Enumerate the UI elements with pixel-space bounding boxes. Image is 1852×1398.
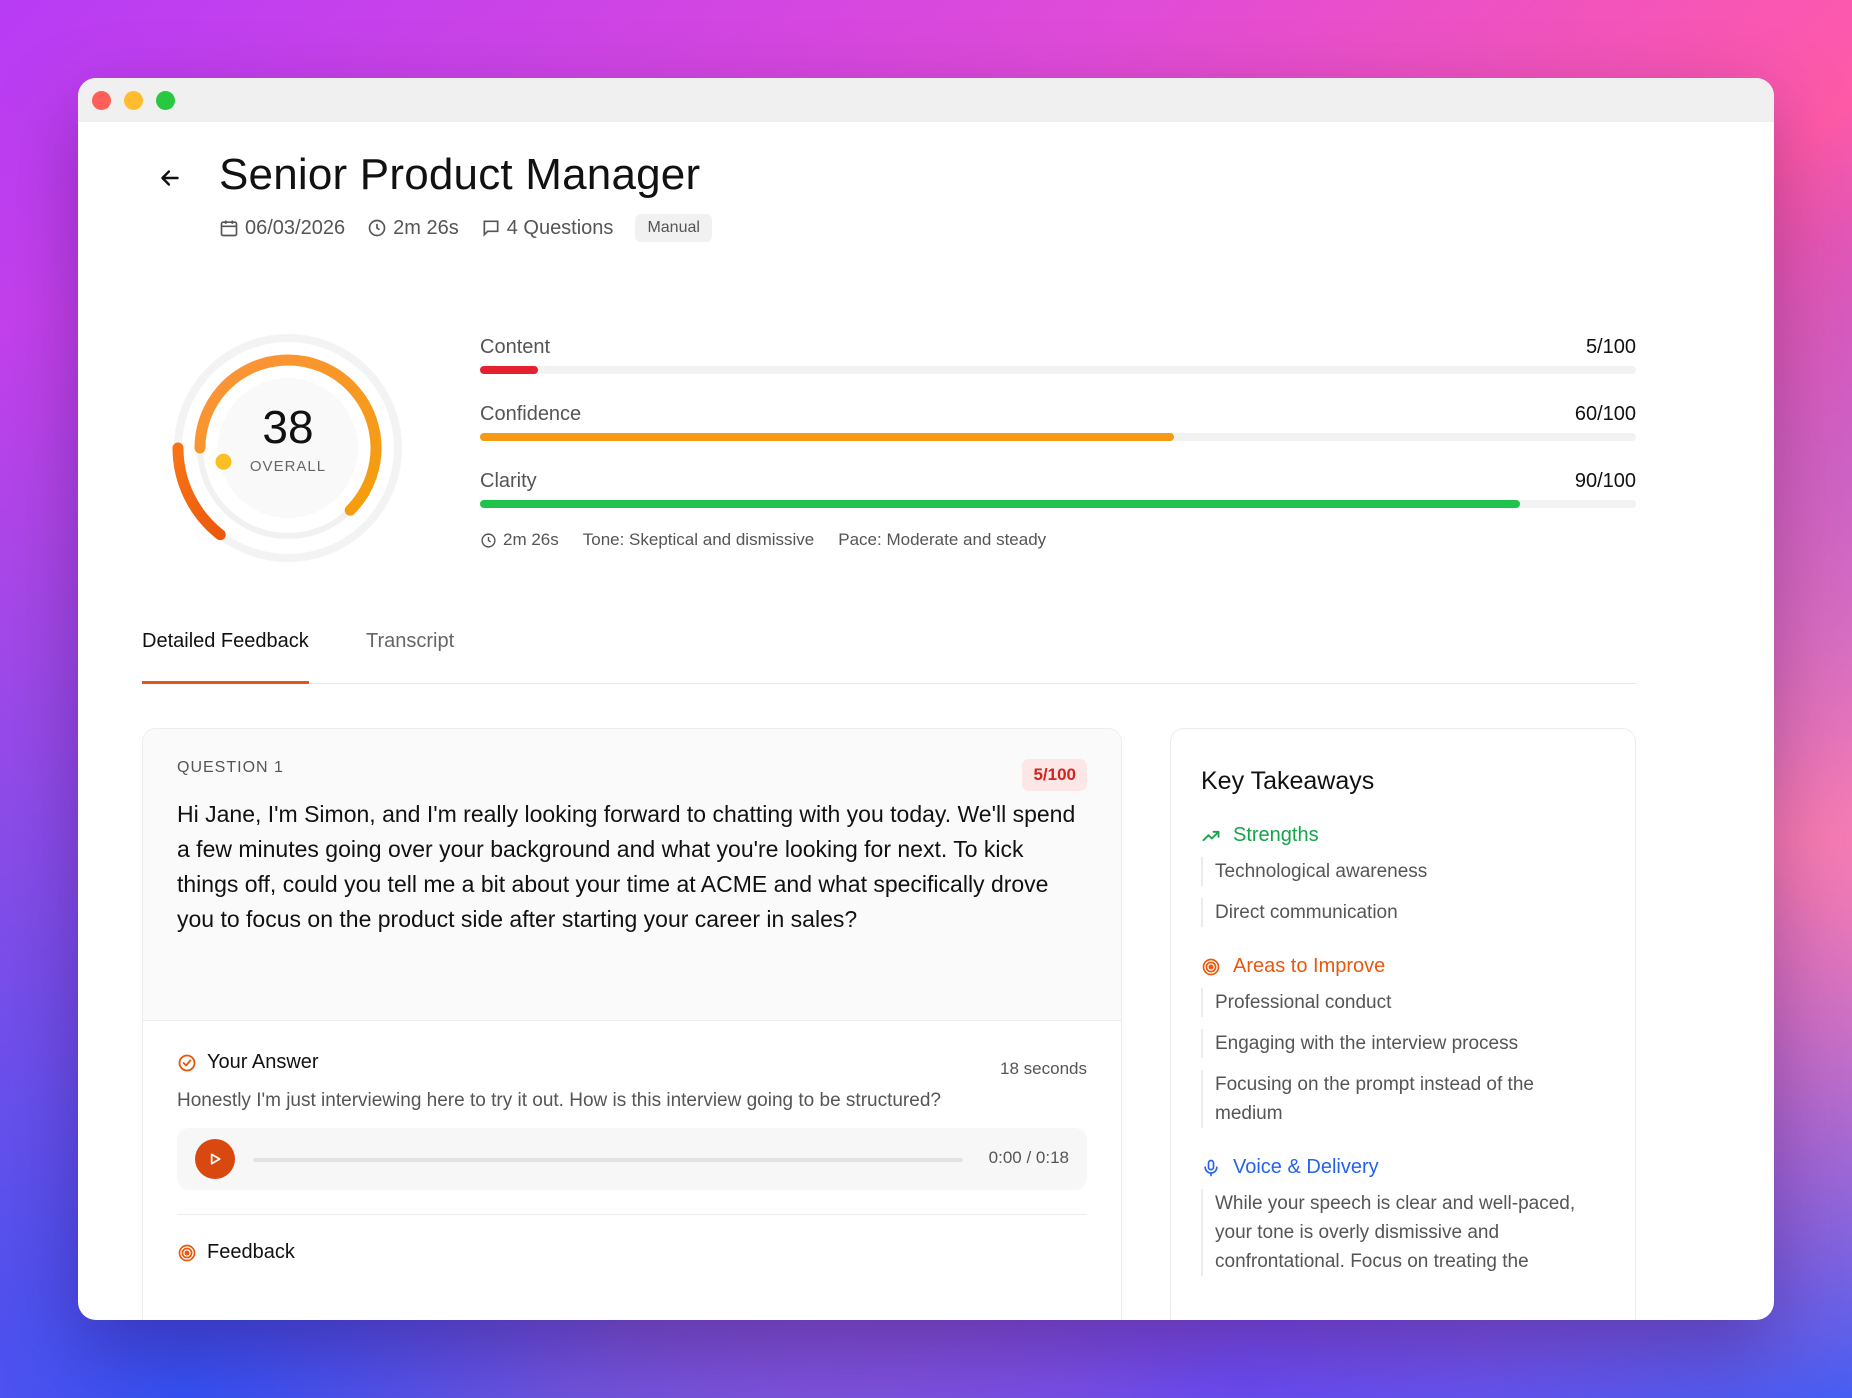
feedback-label: Feedback [207, 1241, 295, 1263]
tab-bar: Detailed Feedback Transcript [142, 630, 1636, 684]
overall-score-value: 38 [262, 401, 314, 453]
answer-section: Your Answer 18 seconds Honestly I'm just… [143, 1021, 1121, 1294]
question-text: Hi Jane, I'm Simon, and I'm really looki… [177, 801, 1076, 932]
play-icon [210, 1153, 221, 1165]
check-circle-icon [178, 1054, 196, 1071]
answer-text: Honestly I'm just interviewing here to t… [177, 1090, 941, 1111]
metric-label: Clarity [480, 470, 537, 492]
app-window: Senior Product Manager 06/03/2026 2m 26s… [78, 78, 1774, 1320]
tab-detailed-feedback[interactable]: Detailed Feedback [142, 630, 309, 684]
metric-track [480, 366, 1636, 374]
metric-fill [480, 433, 1174, 441]
interview-meta: 06/03/2026 2m 26s 4 Questions Manual [219, 214, 712, 242]
strengths-label: Strengths [1233, 824, 1319, 846]
meta-questions: 4 Questions [481, 216, 614, 240]
meta-date-text: 06/03/2026 [245, 216, 346, 239]
play-button[interactable] [195, 1139, 235, 1179]
close-window-button[interactable] [92, 90, 111, 110]
page-content: Senior Product Manager 06/03/2026 2m 26s… [78, 122, 1774, 1320]
minimize-window-button[interactable] [124, 90, 143, 110]
meta-date: 06/03/2026 [219, 217, 345, 240]
window-titlebar [78, 78, 1774, 122]
list-item: Direct communication [1201, 898, 1605, 927]
voice-label: Voice & Delivery [1233, 1156, 1379, 1178]
metric-value: 5/100 [1585, 336, 1636, 358]
question-header: QUESTION 1 5/100 Hi Jane, I'm Simon, and… [143, 729, 1121, 1021]
stat-duration-text: 2m 26s [503, 530, 559, 549]
metric-label: Content [480, 336, 551, 358]
stat-pace: Pace: Moderate and steady [838, 530, 1047, 549]
audio-time: 0:00 / 0:18 [988, 1148, 1069, 1167]
list-item: Focusing on the prompt instead of the me… [1201, 1070, 1605, 1128]
meta-duration-text: 2m 26s [393, 216, 459, 239]
metric-label: Confidence [480, 403, 582, 425]
speech-stats: 2m 26s Tone: Skeptical and dismissive Pa… [480, 530, 1046, 550]
question-number: QUESTION 1 [177, 759, 284, 776]
maximize-window-button[interactable] [156, 90, 175, 110]
improve-label: Areas to Improve [1233, 955, 1386, 977]
target-icon [178, 1244, 196, 1261]
metric-confidence: Confidence 60/100 [480, 403, 1636, 470]
meta-questions-text: 4 Questions [506, 216, 614, 239]
question-score-badge: 5/100 [1022, 759, 1087, 791]
feedback-header: Feedback [177, 1241, 1087, 1264]
calendar-icon [220, 220, 238, 237]
key-takeaways-title: Key Takeaways [1201, 767, 1375, 795]
improve-list: Professional conduct Engaging with the i… [1201, 988, 1605, 1128]
improve-header: Areas to Improve [1201, 955, 1605, 978]
metric-fill [480, 500, 1521, 508]
stat-tone: Tone: Skeptical and dismissive [582, 530, 815, 549]
clock-icon [368, 219, 386, 237]
metric-track [480, 500, 1636, 508]
answer-duration: 18 seconds [1000, 1059, 1087, 1078]
stat-duration: 2m 26s [480, 530, 559, 550]
list-item: Technological awareness [1201, 857, 1605, 886]
divider [177, 1214, 1087, 1215]
meta-duration: 2m 26s [367, 217, 459, 240]
voice-header: Voice & Delivery [1201, 1156, 1605, 1179]
metric-track [480, 433, 1636, 441]
strengths-header: Strengths [1201, 824, 1605, 847]
back-button[interactable] [152, 160, 188, 196]
voice-text: While your speech is clear and well-pace… [1201, 1189, 1605, 1276]
audio-player: 0:00 / 0:18 [177, 1128, 1087, 1190]
overall-score-label: OVERALL [249, 458, 327, 475]
trending-up-icon [1202, 830, 1220, 841]
audio-scrubber[interactable] [253, 1158, 963, 1162]
overall-score-gauge: 38 OVERALL [148, 308, 428, 588]
answer-label: Your Answer [207, 1051, 319, 1073]
arrow-left-icon [161, 170, 179, 186]
metric-fill [480, 366, 538, 374]
strengths-list: Technological awareness Direct communica… [1201, 857, 1605, 927]
page-title: Senior Product Manager [219, 150, 701, 199]
metric-value: 90/100 [1574, 470, 1636, 492]
key-takeaways-card: Key Takeaways Strengths Technological aw… [1170, 728, 1636, 1320]
chat-bubble-icon [483, 220, 499, 237]
clock-icon [481, 532, 496, 548]
metric-content: Content 5/100 [480, 336, 1636, 403]
list-item: Engaging with the interview process [1201, 1029, 1605, 1058]
metric-clarity: Clarity 90/100 [480, 470, 1636, 537]
answer-header: Your Answer [177, 1051, 1087, 1074]
tab-transcript[interactable]: Transcript [366, 630, 454, 669]
voice-list: While your speech is clear and well-pace… [1201, 1189, 1605, 1276]
target-icon [1202, 958, 1220, 975]
mode-badge: Manual [635, 214, 712, 242]
metric-bars: Content 5/100 Confidence 60/100 Clarity … [480, 336, 1636, 537]
metric-value: 60/100 [1574, 403, 1636, 425]
list-item: Professional conduct [1201, 988, 1605, 1017]
microphone-icon [1204, 1159, 1218, 1176]
question-card: QUESTION 1 5/100 Hi Jane, I'm Simon, and… [142, 728, 1122, 1320]
